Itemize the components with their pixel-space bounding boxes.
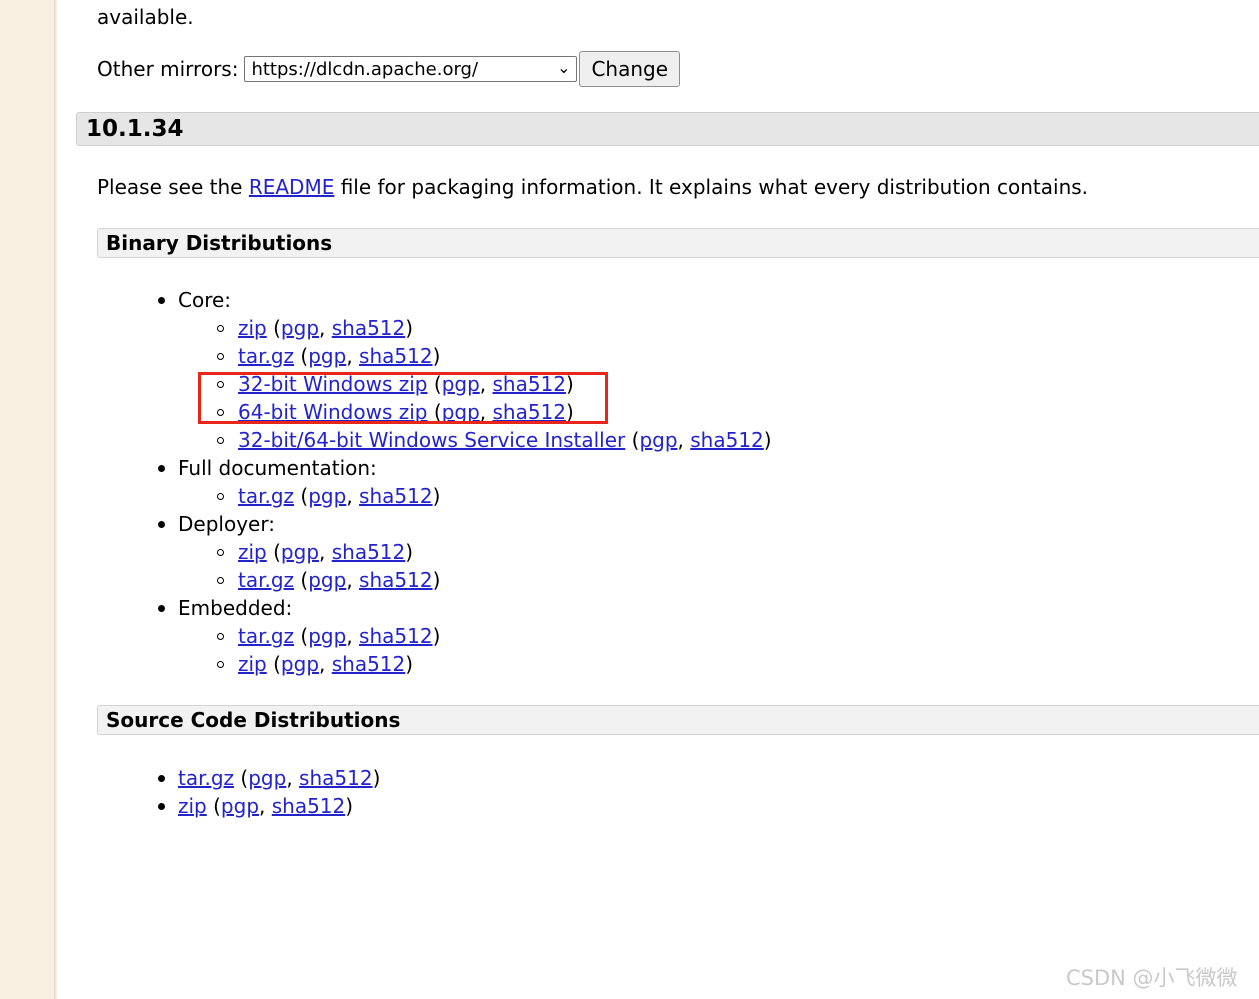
bullet-disc (158, 803, 165, 810)
content-shadow (55, 0, 58, 999)
sha512-link[interactable]: sha512 (359, 484, 433, 508)
bullet-circle (217, 325, 224, 332)
bullet-disc (158, 775, 165, 782)
bullet-disc (158, 465, 165, 472)
group-label-text: Core: (178, 288, 232, 312)
mirrors-label: Other mirrors: (97, 57, 239, 81)
list-item: zip (pgp, sha512) (217, 650, 413, 678)
sha512-link[interactable]: sha512 (359, 568, 433, 592)
list-group-label: Deployer: (158, 510, 275, 538)
version-heading: 10.1.34 (76, 112, 1259, 146)
list-item: zip (pgp, sha512) (217, 538, 413, 566)
pgp-link[interactable]: pgp (308, 624, 346, 648)
binary-distributions-heading: Binary Distributions (97, 228, 1259, 258)
change-button[interactable]: Change (579, 51, 681, 87)
pgp-link[interactable]: pgp (248, 766, 286, 790)
bullet-circle (217, 661, 224, 668)
pgp-link[interactable]: pgp (308, 344, 346, 368)
list-item: tar.gz (pgp, sha512) (217, 342, 440, 370)
pgp-link[interactable]: pgp (308, 568, 346, 592)
watermark: CSDN @小飞微微 (1066, 966, 1238, 990)
bullet-circle (217, 353, 224, 360)
list-item: tar.gz (pgp, sha512) (158, 764, 380, 792)
sha512-link[interactable]: sha512 (359, 624, 433, 648)
list-item: zip (pgp, sha512) (158, 792, 353, 820)
download-link[interactable]: zip (178, 794, 207, 818)
bullet-circle (217, 549, 224, 556)
download-link[interactable]: tar.gz (178, 766, 234, 790)
download-link[interactable]: tar.gz (238, 344, 294, 368)
bullet-disc (158, 605, 165, 612)
readme-text-after: file for packaging information. It expla… (334, 175, 1089, 199)
sha512-link[interactable]: sha512 (690, 428, 764, 452)
download-link[interactable]: zip (238, 652, 267, 676)
download-link[interactable]: tar.gz (238, 484, 294, 508)
readme-paragraph: Please see the README file for packaging… (97, 173, 1088, 201)
pgp-link[interactable]: pgp (308, 484, 346, 508)
list-item: tar.gz (pgp, sha512) (217, 622, 440, 650)
bullet-disc (158, 297, 165, 304)
bullet-circle (217, 577, 224, 584)
bullet-disc (158, 521, 165, 528)
list-group-label: Embedded: (158, 594, 293, 622)
pgp-link[interactable]: pgp (281, 316, 319, 340)
left-sidebar (0, 0, 55, 999)
download-link[interactable]: 32-bit/64-bit Windows Service Installer (238, 428, 625, 452)
sha512-link[interactable]: sha512 (299, 766, 373, 790)
mirror-select-value: https://dlcdn.apache.org/ (251, 58, 479, 80)
available-text: available. (97, 5, 194, 29)
group-label-text: Embedded: (178, 596, 293, 620)
sha512-link[interactable]: sha512 (332, 652, 406, 676)
pgp-link[interactable]: pgp (221, 794, 259, 818)
readme-text-before: Please see the (97, 175, 249, 199)
source-distributions-heading: Source Code Distributions (97, 705, 1259, 735)
group-label-text: Deployer: (178, 512, 275, 536)
download-link[interactable]: tar.gz (238, 568, 294, 592)
pgp-link[interactable]: pgp (281, 540, 319, 564)
bullet-circle (217, 493, 224, 500)
sha512-link[interactable]: sha512 (332, 540, 406, 564)
list-group-label: Core: (158, 286, 232, 314)
list-item: zip (pgp, sha512) (217, 314, 413, 342)
mirror-select[interactable]: https://dlcdn.apache.org/ ⌄ (244, 56, 578, 82)
sha512-link[interactable]: sha512 (332, 316, 406, 340)
sha512-link[interactable]: sha512 (272, 794, 346, 818)
sha512-link[interactable]: sha512 (359, 344, 433, 368)
download-link[interactable]: zip (238, 540, 267, 564)
list-group-label: Full documentation: (158, 454, 377, 482)
windows-zip-highlight-box (198, 372, 608, 424)
group-label-text: Full documentation: (178, 456, 377, 480)
bullet-circle (217, 437, 224, 444)
download-link[interactable]: zip (238, 316, 267, 340)
readme-link[interactable]: README (249, 175, 335, 199)
list-item: 32-bit/64-bit Windows Service Installer … (217, 426, 772, 454)
pgp-link[interactable]: pgp (639, 428, 677, 452)
chevron-down-icon: ⌄ (557, 58, 571, 77)
list-item: tar.gz (pgp, sha512) (217, 566, 440, 594)
mirrors-row: Other mirrors: https://dlcdn.apache.org/… (97, 50, 681, 88)
pgp-link[interactable]: pgp (281, 652, 319, 676)
download-link[interactable]: tar.gz (238, 624, 294, 648)
list-item: tar.gz (pgp, sha512) (217, 482, 440, 510)
bullet-circle (217, 633, 224, 640)
